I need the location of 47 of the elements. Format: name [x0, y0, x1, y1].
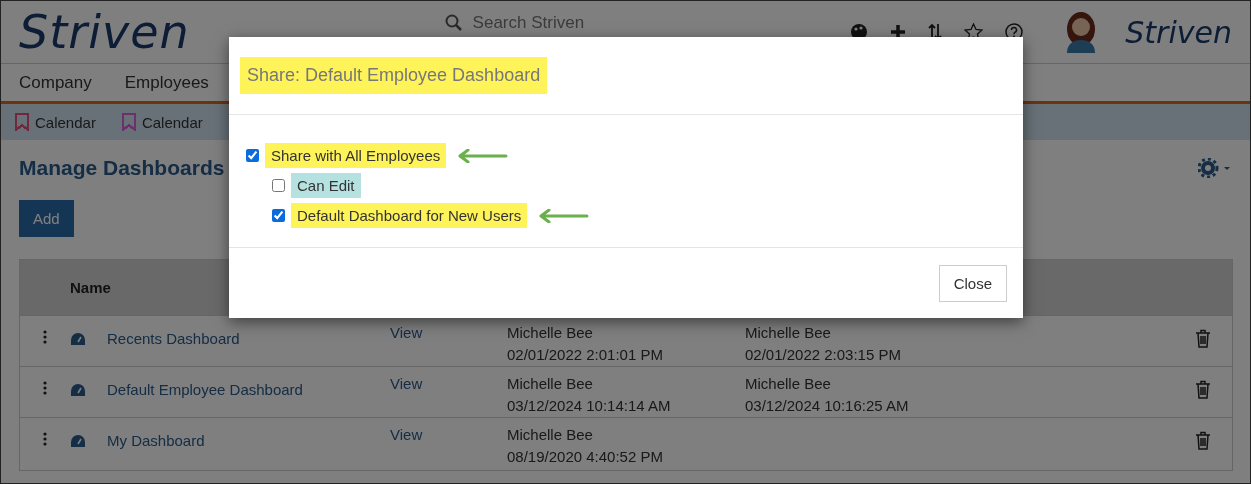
created-date: 03/12/2024 10:14:14 AM — [507, 396, 672, 416]
dashboard-link[interactable]: Default Employee Dashboard — [107, 379, 390, 401]
view-link[interactable]: View — [390, 373, 507, 395]
add-button[interactable]: Add — [19, 200, 74, 237]
close-button[interactable]: Close — [938, 264, 1007, 302]
gauge-icon — [70, 383, 86, 397]
more-icon[interactable] — [43, 330, 47, 344]
modified-by: Michelle Bee — [745, 374, 832, 394]
checkbox[interactable] — [272, 209, 285, 222]
brand-logo[interactable]: Striven — [1125, 14, 1232, 50]
created-date: 08/19/2020 4:40:52 PM — [507, 447, 664, 467]
modified-date: 02/01/2022 2:03:15 PM — [745, 345, 902, 365]
modified-date: 03/12/2024 10:16:25 AM — [745, 396, 910, 416]
dashboard-link[interactable]: My Dashboard — [107, 430, 390, 452]
search-field[interactable]: Search Striven — [472, 13, 585, 33]
plus-icon[interactable] — [890, 24, 907, 40]
option-label: Can Edit — [291, 173, 361, 198]
bookmark-link[interactable]: Calendar — [141, 113, 203, 131]
nav-item[interactable]: Employees — [124, 72, 209, 93]
checkbox[interactable] — [246, 149, 259, 162]
trash-icon[interactable] — [1195, 431, 1211, 450]
search-icon — [444, 14, 463, 32]
bookmark-link[interactable]: Calendar — [35, 113, 96, 131]
created-by: Michelle Bee — [507, 425, 594, 445]
trash-icon[interactable] — [1195, 380, 1211, 399]
created-date: 02/01/2022 2:01:01 PM — [507, 345, 664, 365]
checkbox[interactable] — [272, 179, 285, 192]
more-icon[interactable] — [43, 432, 47, 446]
created-by: Michelle Bee — [507, 323, 594, 343]
arrow-icon — [537, 208, 590, 223]
page-title: Manage Dashboards — [19, 156, 225, 180]
option-label: Default Dashboard for New Users — [291, 203, 528, 228]
dialog-title: Share: Default Employee Dashboard — [240, 57, 548, 94]
logo[interactable]: Striven — [19, 5, 190, 59]
view-link[interactable]: View — [390, 424, 507, 446]
gauge-icon — [70, 434, 86, 448]
created-by: Michelle Bee — [507, 374, 594, 394]
dashboard-link[interactable]: Recents Dashboard — [107, 328, 390, 350]
more-icon[interactable] — [43, 381, 47, 395]
modified-by: Michelle Bee — [745, 323, 832, 343]
option-label: Share with All Employees — [265, 143, 447, 168]
arrow-icon — [456, 148, 509, 163]
settings-icon[interactable] — [1198, 158, 1232, 178]
trash-icon[interactable] — [1195, 329, 1211, 348]
gauge-icon — [70, 332, 86, 346]
nav-item[interactable]: Company — [19, 72, 92, 93]
view-link[interactable]: View — [390, 322, 507, 344]
